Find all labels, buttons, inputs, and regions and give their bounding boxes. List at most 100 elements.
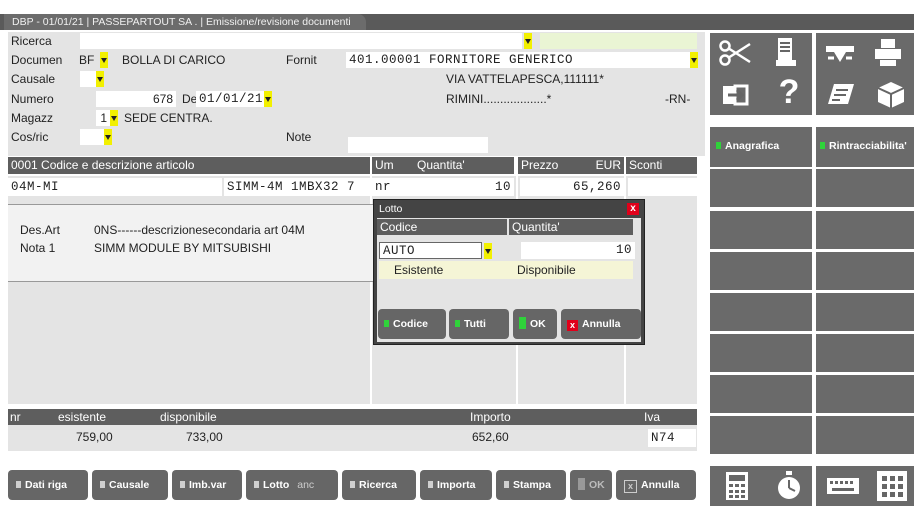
calculator-icon[interactable] — [724, 470, 750, 502]
right-panel-cell[interactable] — [710, 416, 812, 454]
document-icon[interactable] — [772, 36, 800, 68]
lotto-button-label: Lotto — [263, 479, 290, 491]
ricerca-input[interactable] — [80, 33, 522, 49]
stopwatch-icon[interactable] — [774, 470, 804, 502]
grid-apps-icon[interactable] — [876, 470, 908, 502]
lotto-disponibile-label: Disponibile — [517, 263, 576, 277]
lotto-codice-dropdown-icon[interactable] — [484, 243, 492, 259]
bullet-icon — [504, 481, 509, 488]
row-desc[interactable]: SIMM-4M 1MBX32 7 — [224, 178, 370, 196]
green-indicator-icon — [455, 320, 460, 327]
ricerca-dropdown-icon[interactable] — [524, 33, 532, 49]
note-label: Note — [286, 130, 312, 144]
right-panel-cell[interactable] — [816, 169, 914, 207]
row-prezzo[interactable]: 65,260 — [520, 178, 624, 196]
row-codice[interactable]: 04M-MI — [8, 178, 222, 196]
right-panel-cell[interactable] — [710, 293, 812, 331]
lotto-codice-button-label: Codice — [393, 318, 429, 330]
bullet-icon — [350, 481, 355, 488]
col-header-eur: EUR — [578, 157, 624, 174]
right-panel-cell[interactable] — [710, 375, 812, 413]
tab-anagrafica-text: Anagrafica — [725, 140, 780, 152]
col-header-codice: 0001 Codice e descrizione articolo — [8, 157, 370, 174]
dati-riga-label: Dati riga — [25, 479, 68, 491]
nota-label: Nota 1 — [20, 241, 56, 255]
right-panel-cell[interactable] — [816, 293, 914, 331]
right-panel-cell[interactable] — [816, 375, 914, 413]
right-panel-cell[interactable] — [710, 334, 812, 372]
row-quantita[interactable]: 10 — [414, 178, 514, 196]
lotto-quantita-input[interactable]: 10 — [521, 242, 635, 259]
note-input[interactable] — [348, 137, 488, 153]
dati-riga-button[interactable]: Dati riga — [8, 470, 88, 500]
stampa-button-label: Stampa — [513, 479, 551, 491]
fornit-input[interactable]: 401.00001 FORNITORE GENERICO — [346, 52, 692, 68]
causale-button[interactable]: Causale — [92, 470, 168, 500]
totals-iva-label: Iva — [644, 410, 661, 424]
bullet-icon — [428, 481, 433, 488]
desart-value: 0NS------descrizionesecondaria art 04M — [94, 223, 305, 237]
documen-code[interactable]: BF — [79, 52, 99, 68]
keyboard-icon[interactable] — [826, 474, 860, 498]
col-header-prezzo: Prezzo — [518, 157, 578, 174]
close-icon[interactable]: x — [627, 203, 639, 215]
exit-icon[interactable] — [720, 80, 750, 110]
totals-iva-value[interactable]: N74 — [648, 429, 696, 447]
right-panel-cell[interactable] — [816, 252, 914, 290]
lotto-annulla-button[interactable]: x Annulla — [561, 309, 641, 339]
right-panel-cell[interactable] — [816, 334, 914, 372]
bullet-icon — [100, 481, 105, 488]
magazz-label: Magazz — [8, 110, 80, 126]
imb-var-button[interactable]: Imb.var — [172, 470, 242, 500]
scissors-icon[interactable] — [718, 38, 754, 68]
ricerca-extra-field[interactable] — [540, 33, 697, 49]
cancel-icon: x — [567, 320, 578, 331]
magazz-dropdown-icon[interactable] — [110, 110, 118, 126]
right-panel-cell[interactable] — [710, 169, 812, 207]
numero-input[interactable]: 678 — [96, 91, 176, 107]
row-sconti[interactable] — [628, 178, 697, 196]
right-panel-cell[interactable] — [710, 211, 812, 249]
annulla-button[interactable]: x Annulla — [616, 470, 696, 500]
lotto-button[interactable]: Lotto anc — [246, 470, 338, 500]
lotto-ok-button[interactable]: OK — [513, 309, 557, 339]
totals-nr: nr — [10, 410, 21, 424]
address-line1: VIA VATTELAPESCA,111111* — [446, 72, 604, 86]
importa-button[interactable]: Importa — [420, 470, 492, 500]
totals-importo-label: Importo — [470, 410, 511, 424]
ok-button-label: OK — [589, 479, 605, 491]
causale-dropdown-icon[interactable] — [96, 71, 104, 87]
stampa-button[interactable]: Stampa — [496, 470, 566, 500]
right-panel-cell[interactable] — [816, 211, 914, 249]
del-input[interactable]: 01/01/21 — [196, 91, 266, 107]
causale-button-label: Causale — [109, 479, 150, 491]
fornit-dropdown-icon[interactable] — [690, 52, 698, 68]
totals-importo-value: 652,60 — [472, 430, 509, 444]
import-icon[interactable] — [822, 38, 858, 68]
right-panel-cell[interactable] — [710, 252, 812, 290]
right-panel-cell[interactable] — [816, 416, 914, 454]
lotto-codice-button[interactable]: Codice — [378, 309, 446, 339]
del-dropdown-icon[interactable] — [264, 91, 272, 107]
lotto-esistente-label: Esistente — [394, 263, 444, 277]
lotto-tutti-button-label: Tutti — [464, 318, 486, 330]
documen-dropdown-icon[interactable] — [100, 52, 108, 68]
cosric-label: Cos/ric — [8, 129, 80, 145]
lotto-codice-input[interactable]: AUTO — [379, 242, 482, 259]
help-icon[interactable]: ? — [776, 74, 802, 110]
causale-input[interactable] — [80, 71, 96, 87]
package-icon[interactable] — [874, 78, 908, 110]
printer-icon[interactable] — [872, 36, 904, 68]
ok-button[interactable]: OK — [570, 470, 612, 500]
cosric-input[interactable] — [80, 129, 104, 145]
ricerca-button[interactable]: Ricerca — [342, 470, 416, 500]
edit-note-icon[interactable] — [822, 78, 858, 110]
totals-esistente-value: 759,00 — [76, 430, 113, 444]
totals-disponibile-label: disponibile — [160, 410, 217, 424]
col-header-um: Um — [372, 157, 414, 174]
row-um[interactable]: nr — [372, 178, 414, 196]
magazz-input[interactable]: 1 — [96, 110, 110, 126]
cosric-dropdown-icon[interactable] — [104, 129, 112, 145]
lotto-tutti-button[interactable]: Tutti — [449, 309, 509, 339]
disabled-indicator-icon — [578, 478, 585, 490]
